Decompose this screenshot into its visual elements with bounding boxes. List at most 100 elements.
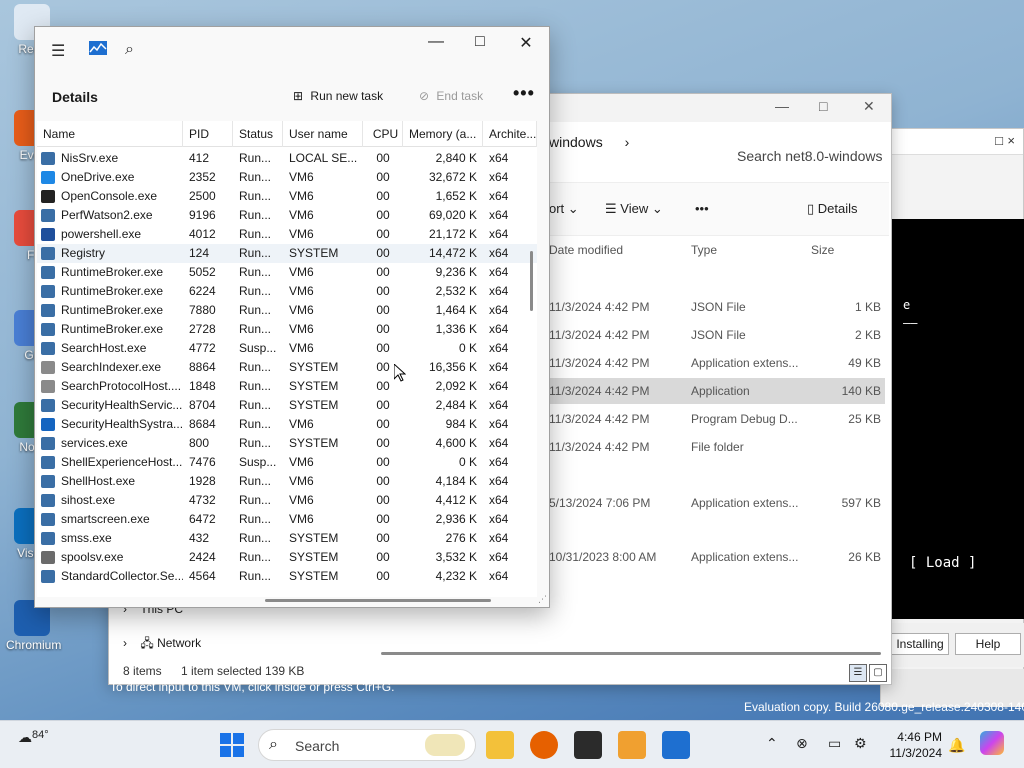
explorer-close-icon[interactable]: ✕	[863, 98, 875, 115]
hamburger-menu-icon[interactable]: ☰	[51, 41, 65, 61]
process-row[interactable]: SearchIndexer.exe 8864 Run... SYSTEM 00 16,35…	[37, 358, 537, 377]
nav-item-network[interactable]: › 🖧 Network	[123, 634, 201, 655]
file-row[interactable]: 11/3/2024 4:42 PM JSON File 2 KB	[549, 322, 885, 348]
chevron-up-icon[interactable]: ⌃	[766, 735, 778, 752]
settings-icon[interactable]: ⚙	[854, 735, 867, 752]
process-row[interactable]: RuntimeBroker.exe 2728 Run... VM6 00 1,336 K x…	[37, 320, 537, 339]
process-cpu: 00	[376, 417, 390, 431]
firefox-taskbar-icon[interactable]	[530, 731, 558, 759]
process-row[interactable]: StandardCollector.Se... 4564 Run... SYSTEM 0…	[37, 567, 537, 586]
vm-restore-icon[interactable]: □	[995, 133, 1003, 148]
file-row[interactable]: 5/13/2024 7:06 PM Application extens... 59…	[549, 490, 885, 516]
vm-close-icon[interactable]: ×	[1007, 133, 1015, 148]
minimize-icon[interactable]: —	[413, 33, 459, 51]
file-row[interactable]: 11/3/2024 4:42 PM Application extens... 49…	[549, 350, 885, 376]
vm-screen[interactable]: e —— [ Load ]	[881, 219, 1024, 619]
explorer-minimize-icon[interactable]: —	[775, 98, 789, 114]
view-button[interactable]: ☰ View ⌄	[605, 201, 663, 217]
run-new-task-button[interactable]: ⊞ Run new task	[293, 89, 383, 103]
file-explorer-taskbar-icon[interactable]	[486, 731, 514, 759]
file-row[interactable]: 11/3/2024 4:42 PM Program Debug D... 25 KB	[549, 406, 885, 432]
installing-button[interactable]: Installing	[891, 633, 949, 655]
process-row[interactable]: spoolsv.exe 2424 Run... SYSTEM 00 3,532 K x64	[37, 548, 537, 567]
close-icon[interactable]: ✕	[503, 33, 549, 53]
network-status-icon[interactable]: ⊗	[796, 735, 808, 752]
file-size: 1 KB	[854, 300, 881, 314]
clock[interactable]: 4:46 PM 11/3/2024	[880, 729, 943, 761]
resize-grip-icon[interactable]: ⋰	[538, 594, 547, 605]
process-row[interactable]: SearchHost.exe 4772 Susp... VM6 00 0 K x64	[37, 339, 537, 358]
details-view-icon[interactable]: ☰	[849, 664, 867, 682]
column-header[interactable]: CPU	[363, 121, 403, 147]
chevron-right-icon[interactable]: ›	[123, 636, 127, 650]
search-icon[interactable]: ⌕	[125, 41, 134, 59]
task-manager-window[interactable]: ☰ ⌕ — □ ✕ Details ⊞ Run new task ⊘ End t…	[34, 26, 550, 608]
process-row[interactable]: OneDrive.exe 2352 Run... VM6 00 32,672 K x64	[37, 168, 537, 187]
task-manager-taskbar-icon[interactable]	[662, 731, 690, 759]
terminal-taskbar-icon[interactable]	[574, 731, 602, 759]
process-row[interactable]: RuntimeBroker.exe 5052 Run... VM6 00 9,236 K x…	[37, 263, 537, 282]
col-type[interactable]: Type	[691, 243, 717, 257]
end-task-button[interactable]: ⊘ End task	[419, 89, 483, 103]
process-row[interactable]: smartscreen.exe 6472 Run... VM6 00 2,936 K x64	[37, 510, 537, 529]
column-header[interactable]: Status	[233, 121, 283, 147]
virtualbox-taskbar-icon[interactable]	[618, 731, 646, 759]
column-header[interactable]: Name	[37, 121, 183, 147]
col-date-modified[interactable]: Date modified	[549, 243, 623, 257]
weather-widget[interactable]: ☁ 84°	[18, 729, 49, 746]
vertical-scrollbar[interactable]	[530, 251, 533, 311]
process-row[interactable]: PerfWatson2.exe 9196 Run... VM6 00 69,020 K x6…	[37, 206, 537, 225]
taskbar-search[interactable]: ⌕ Search	[258, 729, 476, 761]
large-icons-view-icon[interactable]: ▢	[869, 664, 887, 682]
process-row[interactable]: smss.exe 432 Run... SYSTEM 00 276 K x64	[37, 529, 537, 548]
process-row[interactable]: SearchProtocolHost.... 1848 Run... SYSTEM 00…	[37, 377, 537, 396]
address-segment[interactable]: windows	[549, 134, 603, 150]
process-pid: 124	[189, 246, 210, 260]
process-row[interactable]: SecurityHealthSystra... 8684 Run... VM6 00 98…	[37, 415, 537, 434]
process-row[interactable]: services.exe 800 Run... SYSTEM 00 4,600 K x64	[37, 434, 537, 453]
explorer-maximize-icon[interactable]: □	[819, 98, 827, 114]
process-row[interactable]: OpenConsole.exe 2500 Run... VM6 00 1,652 K x64	[37, 187, 537, 206]
address-bar[interactable]: windows ›	[549, 134, 629, 150]
column-header[interactable]: Memory (a...	[403, 121, 483, 147]
explorer-horizontal-scrollbar[interactable]	[381, 652, 881, 655]
file-row[interactable]: 11/3/2024 4:42 PM Application 140 KB	[549, 378, 885, 404]
column-header[interactable]: Archite...	[483, 121, 537, 147]
display-icon[interactable]: ▭	[828, 735, 841, 752]
process-row[interactable]: SecurityHealthServic... 8704 Run... SYSTEM 0…	[37, 396, 537, 415]
process-row[interactable]: NisSrv.exe 412 Run... LOCAL SE... 00 2,840 K x…	[37, 149, 537, 168]
col-size[interactable]: Size	[811, 243, 834, 257]
notification-bell-icon[interactable]: 🔔	[948, 737, 965, 754]
chevron-right-icon[interactable]: ›	[625, 134, 630, 150]
copilot-icon[interactable]	[980, 731, 1004, 755]
more-options-button[interactable]: •••	[695, 201, 709, 216]
maximize-icon[interactable]: □	[457, 33, 503, 51]
file-row[interactable]: 10/31/2023 8:00 AM Application extens... 2…	[549, 544, 885, 570]
process-row[interactable]: RuntimeBroker.exe 7880 Run... VM6 00 1,464 K x…	[37, 301, 537, 320]
column-header[interactable]: User name	[283, 121, 363, 147]
process-status: Run...	[239, 189, 272, 203]
process-row[interactable]: Registry 124 Run... SYSTEM 00 14,472 K x64	[37, 244, 537, 263]
horizontal-scrollbar[interactable]	[265, 599, 491, 602]
process-arch: x64	[489, 569, 509, 583]
process-pid: 4564	[189, 569, 216, 583]
process-row[interactable]: sihost.exe 4732 Run... VM6 00 4,412 K x64	[37, 491, 537, 510]
vm-connection-window[interactable]: □ × e —— [ Load ] Installing Help	[880, 128, 1024, 707]
process-row[interactable]: ShellExperienceHost.... 7476 Susp... VM6 00 0…	[37, 453, 537, 472]
start-button[interactable]	[220, 733, 244, 757]
file-row[interactable]: 11/3/2024 4:42 PM JSON File 1 KB	[549, 294, 885, 320]
details-pane-button[interactable]: ▯ Details	[807, 201, 858, 217]
process-user: VM6	[289, 455, 314, 469]
process-row[interactable]: powershell.exe 4012 Run... VM6 00 21,172 K x64	[37, 225, 537, 244]
help-button[interactable]: Help	[955, 633, 1021, 655]
process-arch: x64	[489, 398, 509, 412]
network-icon: 🖧	[140, 636, 154, 650]
sort-button[interactable]: ort ⌄	[549, 201, 579, 217]
process-user: LOCAL SE...	[289, 151, 358, 165]
process-row[interactable]: ShellHost.exe 1928 Run... VM6 00 4,184 K x64	[37, 472, 537, 491]
more-options-button[interactable]: •••	[513, 83, 535, 104]
file-row[interactable]: 11/3/2024 4:42 PM File folder	[549, 434, 885, 460]
process-row[interactable]: RuntimeBroker.exe 6224 Run... VM6 00 2,532 K x…	[37, 282, 537, 301]
explorer-search-input[interactable]: Search net8.0-windows	[729, 140, 887, 172]
column-header[interactable]: PID	[183, 121, 233, 147]
